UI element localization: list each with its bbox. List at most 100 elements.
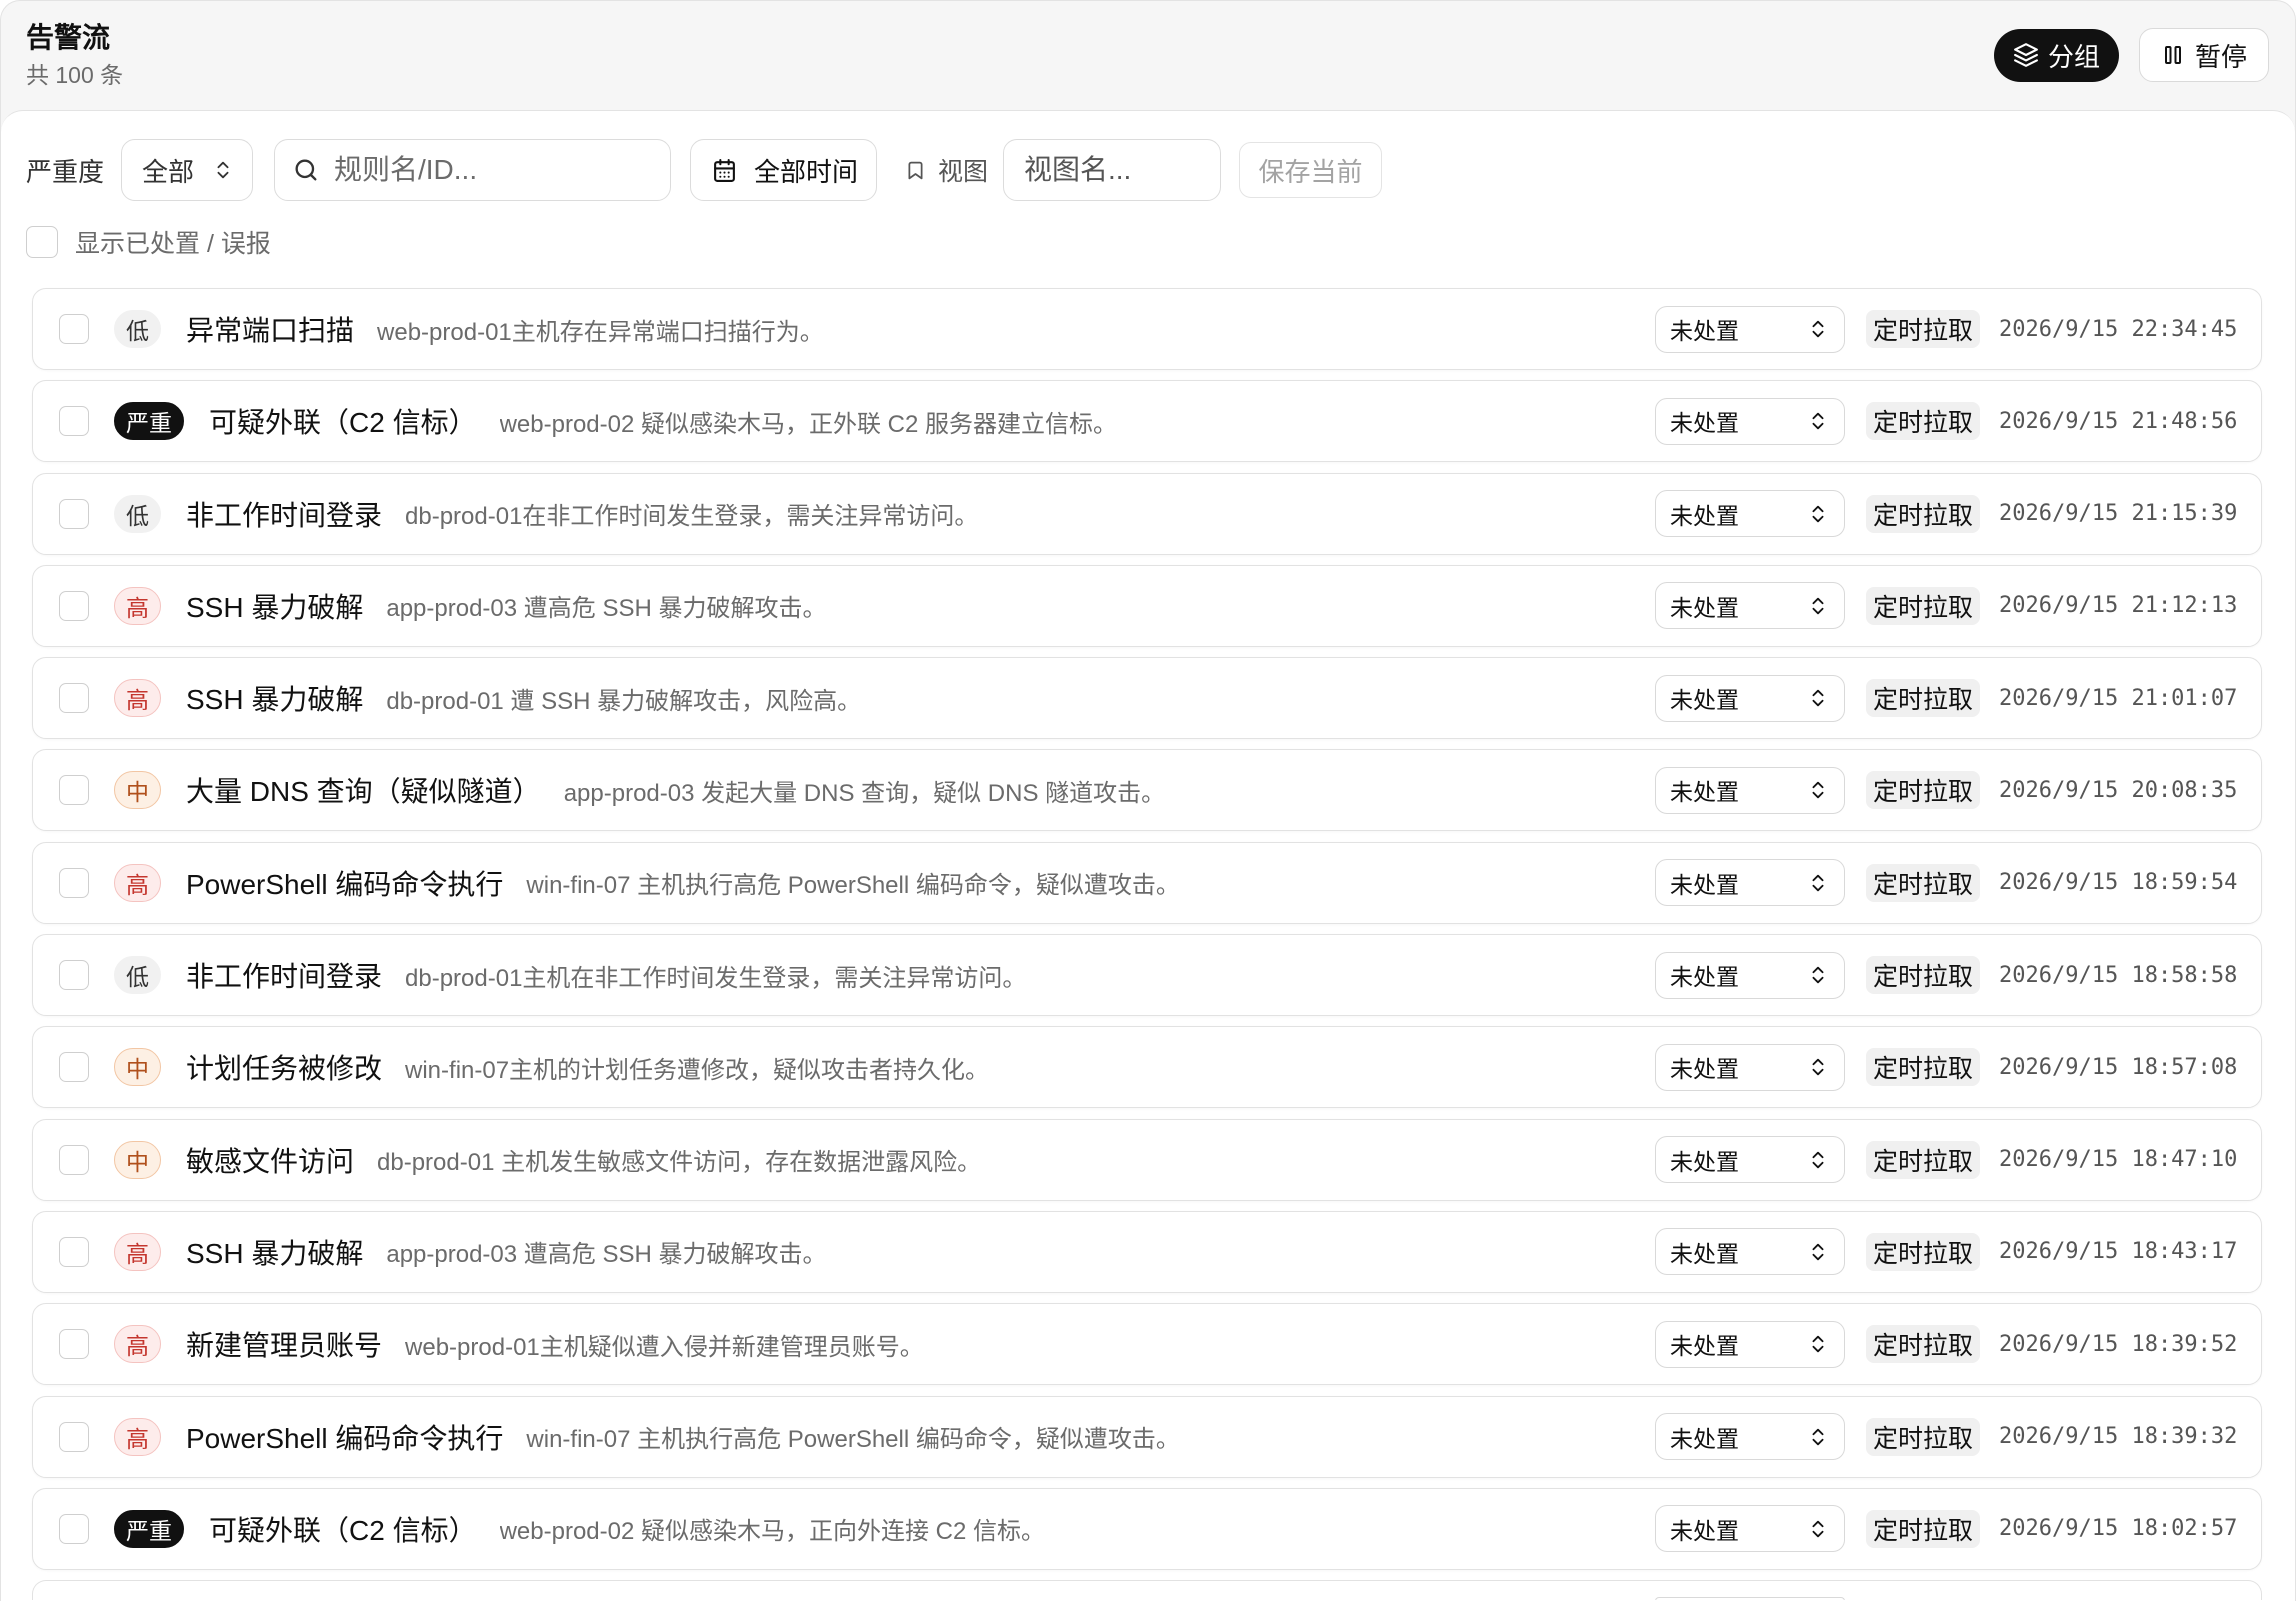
severity-badge: 低 [114,494,161,533]
time-range-button[interactable]: 全部时间 [690,139,877,201]
alert-select-checkbox[interactable] [59,1052,89,1083]
chevron-up-down-icon [1807,1056,1829,1078]
show-handled-toggle: 显示已处置 / 误报 [26,226,271,258]
status-select[interactable]: 未处置 [1655,1320,1845,1368]
status-select[interactable]: 未处置 [1655,397,1845,445]
alert-row-meta: 未处置 定时拉取 2026/9/15 18:58:58 [1655,951,2237,999]
status-select[interactable]: 未处置 [1655,859,1845,907]
source-tag: 定时拉取 [1866,771,1980,810]
alert-row-meta: 未处置 定时拉取 2026/9/15 18:47:10 [1655,1136,2238,1184]
alert-row[interactable]: 低 非工作时间登录 db-prod-01主机在非工作时间发生登录，需关注异常访问… [32,934,2262,1017]
source-tag: 定时拉取 [1866,1048,1980,1087]
alert-select-checkbox[interactable] [59,498,89,529]
alert-select-checkbox[interactable] [59,683,89,714]
status-select[interactable]: 未处置 [1655,674,1845,722]
status-select[interactable]: 未处置 [1655,1136,1845,1184]
alert-select-checkbox[interactable] [59,590,89,621]
alert-panel: 严重度 全部 全部时间 [1,110,2295,1601]
search-icon [292,156,320,184]
alert-row[interactable]: 低 异常端口扫描 web-prod-01主机存在异常端口扫描行为。 未处置 定时… [32,288,2262,370]
status-select[interactable]: 未处置 [1655,1413,1845,1461]
status-select[interactable]: 未处置 [1655,951,1845,999]
status-select-value: 未处置 [1670,1056,1739,1083]
status-select[interactable]: 未处置 [1655,1505,1845,1553]
status-select-value: 未处置 [1670,779,1739,806]
alert-row[interactable]: 中 计划任务被修改 win-fin-07主机的计划任务遭修改，疑似攻击者持久化。… [32,1026,2262,1109]
status-select[interactable]: 未处置 [1655,582,1845,630]
rule-search-input[interactable] [275,140,670,200]
alert-select-checkbox[interactable] [59,1421,89,1452]
severity-badge: 中 [114,771,161,810]
alert-row[interactable]: 高 PowerShell 编码命令执行 win-fin-07 主机执行高危 Po… [32,1395,2262,1478]
alert-description: win-fin-07 主机执行高危 PowerShell 编码命令，疑似遭攻击。 [526,872,1180,900]
source-tag: 定时拉取 [1866,310,1980,348]
alert-select-checkbox[interactable] [59,1513,89,1544]
filter-bar: 严重度 全部 全部时间 [26,139,1382,201]
group-button[interactable]: 分组 [1994,28,2119,82]
status-select[interactable]: 未处置 [1655,305,1845,353]
alert-title: 非工作时间登录 [186,961,383,993]
alert-select-checkbox[interactable] [59,314,89,344]
alert-row[interactable]: 严重 可疑外联（C2 信标） web-prod-02 疑似感染木马，正向外连接 … [32,1487,2262,1570]
alert-row[interactable]: 低 非工作时间登录 db-prod-01在非工作时间发生登录，需关注异常访问。 … [32,472,2262,555]
view-name-input[interactable] [1003,139,1221,201]
alert-timestamp: 2026/9/15 18:02:57 [1999,1516,2238,1542]
alert-row[interactable]: 高 新建管理员账号 web-prod-01主机疑似遭入侵并新建管理员账号。 未处… [32,1303,2262,1386]
alert-timestamp: 2026/9/15 21:01:07 [1999,685,2238,711]
alert-description: app-prod-03 发起大量 DNS 查询，疑似 DNS 隧道攻击。 [563,779,1166,807]
status-select[interactable]: 未处置 [1655,490,1845,538]
calendar-icon [712,158,737,183]
alert-title: 大量 DNS 查询（疑似隧道） [186,776,541,808]
alert-title: 可疑外联（C2 信标） [209,1514,477,1546]
chevron-up-down-icon [1807,779,1829,801]
alert-row-partial[interactable] [32,1580,2262,1601]
alert-title: 非工作时间登录 [186,499,383,531]
alert-select-checkbox[interactable] [59,775,89,806]
severity-select[interactable]: 全部 [121,139,253,201]
alert-timestamp: 2026/9/15 18:47:10 [1999,1147,2238,1173]
source-tag: 定时拉取 [1866,956,1980,995]
alert-select-checkbox[interactable] [59,1144,89,1175]
status-select[interactable]: 未处置 [1655,766,1845,814]
show-handled-checkbox[interactable] [26,226,58,258]
status-select-value: 未处置 [1670,1240,1739,1267]
severity-badge: 中 [114,1140,161,1179]
alert-title: SSH 暴力破解 [186,1237,364,1269]
alert-row-meta: 未处置 定时拉取 2026/9/15 18:43:17 [1655,1228,2238,1276]
pause-button[interactable]: 暂停 [2139,28,2269,82]
alert-row[interactable]: 高 PowerShell 编码命令执行 win-fin-07 主机执行高危 Po… [32,841,2262,924]
alert-row[interactable]: 严重 可疑外联（C2 信标） web-prod-02 疑似感染木马，正外联 C2… [32,380,2262,463]
alert-select-checkbox[interactable] [59,960,89,991]
status-select-value: 未处置 [1670,502,1739,529]
status-select-value: 未处置 [1670,687,1739,714]
alert-row[interactable]: 高 SSH 暴力破解 app-prod-03 遭高危 SSH 暴力破解攻击。 未… [32,564,2262,647]
chevron-up-down-icon [1807,1518,1829,1540]
alert-row[interactable]: 高 SSH 暴力破解 app-prod-03 遭高危 SSH 暴力破解攻击。 未… [32,1210,2262,1293]
alert-row[interactable]: 中 敏感文件访问 db-prod-01 主机发生敏感文件访问，存在数据泄露风险。… [32,1118,2262,1201]
alert-description: db-prod-01主机在非工作时间发生登录，需关注异常访问。 [405,964,1027,992]
status-select[interactable]: 未处置 [1655,1228,1845,1276]
status-select[interactable]: 未处置 [1655,1043,1845,1091]
alert-select-checkbox[interactable] [59,1236,89,1267]
alert-select-checkbox[interactable] [59,867,89,898]
alert-row[interactable]: 中 大量 DNS 查询（疑似隧道） app-prod-03 发起大量 DNS 查… [32,749,2262,832]
status-select-value: 未处置 [1670,318,1739,344]
save-view-button[interactable]: 保存当前 [1239,142,1382,198]
alert-row[interactable]: 高 SSH 暴力破解 db-prod-01 遭 SSH 暴力破解攻击，风险高。 … [32,657,2262,740]
time-range-label: 全部时间 [754,156,859,187]
alert-row-meta: 未处置 定时拉取 2026/9/15 21:48:56 [1655,397,2237,445]
alert-row-meta: 未处置 定时拉取 2026/9/15 18:02:57 [1655,1505,2238,1553]
alert-row-meta: 未处置 定时拉取 2026/9/15 20:08:35 [1655,766,2237,814]
status-select-value: 未处置 [1670,594,1739,621]
alert-row-meta: 未处置 定时拉取 2026/9/15 18:39:52 [1655,1320,2237,1368]
alert-select-checkbox[interactable] [59,1329,89,1360]
alert-row-meta: 未处置 定时拉取 2026/9/15 21:01:07 [1655,674,2238,722]
status-select-partial[interactable] [1655,1597,1845,1601]
chevron-up-down-icon [1807,595,1829,617]
alert-timestamp: 2026/9/15 18:43:17 [1999,1239,2238,1265]
alert-select-checkbox[interactable] [59,406,89,437]
alert-row-meta: 未处置 定时拉取 2026/9/15 22:34:45 [1655,305,2237,353]
severity-badge: 严重 [114,402,184,441]
alert-title: 计划任务被修改 [186,1053,383,1085]
chevron-up-down-icon [1807,1426,1829,1448]
